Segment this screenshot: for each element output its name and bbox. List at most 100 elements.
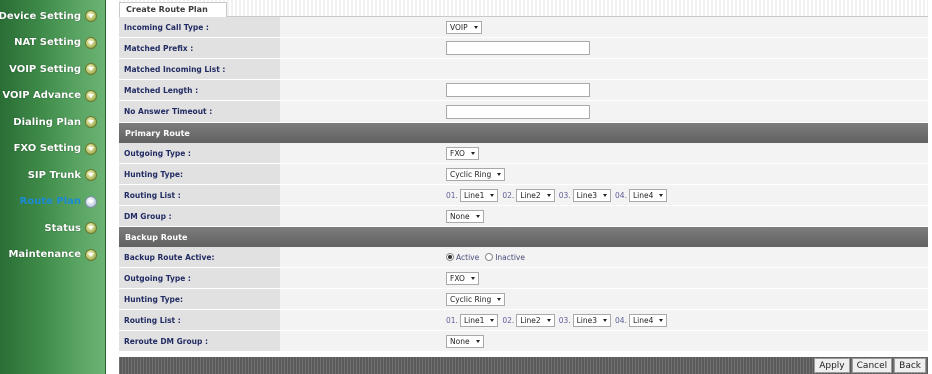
select-value: None xyxy=(450,211,470,221)
primary-route-2-select[interactable]: Line2 xyxy=(516,188,555,202)
backup-route-header: Backup Route xyxy=(119,227,928,247)
matched-length-input[interactable] xyxy=(446,83,590,97)
sidebar-item-label: SIP Trunk xyxy=(27,169,81,181)
primary-hunting-type-row: Hunting Type: Cyclic Ring xyxy=(119,164,928,185)
route-index: 03. xyxy=(558,315,571,325)
sidebar-item-status[interactable]: Status xyxy=(0,215,105,242)
backup-hunting-type-row: Hunting Type: Cyclic Ring xyxy=(119,289,928,310)
select-value: Line3 xyxy=(576,315,598,325)
field-label: Backup Route Active: xyxy=(119,247,280,267)
field-label: No Answer Timeout : xyxy=(119,101,280,122)
select-value: None xyxy=(450,336,470,346)
field-label: Routing List : xyxy=(119,185,280,205)
route-index: 01. xyxy=(446,190,458,200)
field-label: Routing List : xyxy=(119,310,280,330)
select-value: Line4 xyxy=(632,315,654,325)
dropdown-caret-icon xyxy=(546,318,551,322)
backup-route-2-select[interactable]: Line2 xyxy=(516,313,555,327)
sidebar-item-label: Dialing Plan xyxy=(13,116,81,128)
dropdown-caret-icon xyxy=(659,193,664,197)
radio-label: Inactive xyxy=(495,252,525,262)
field-label: Hunting Type: xyxy=(119,289,280,309)
backup-route-1-select[interactable]: Line1 xyxy=(459,313,499,327)
backup-route-3-select[interactable]: Line3 xyxy=(572,313,612,327)
backup-route-4-select[interactable]: Line4 xyxy=(628,313,668,327)
sidebar-item-label: Route Plan xyxy=(19,196,81,208)
expand-arrow-icon xyxy=(85,10,97,23)
expand-arrow-icon xyxy=(85,36,97,49)
reroute-dm-group-select[interactable]: None xyxy=(446,334,484,348)
route-index: 04. xyxy=(615,315,627,325)
expand-arrow-icon xyxy=(85,248,97,261)
sidebar-item-label: VOIP Advance xyxy=(2,90,81,102)
select-value: Line3 xyxy=(576,190,598,200)
matched-prefix-input[interactable] xyxy=(446,41,590,55)
primary-hunting-type-select[interactable]: Cyclic Ring xyxy=(446,167,506,181)
dropdown-caret-icon xyxy=(497,172,502,176)
backup-outgoing-type-select[interactable]: FXO xyxy=(446,271,479,285)
backup-hunting-type-select[interactable]: Cyclic Ring xyxy=(446,292,506,306)
sidebar-item-sip-trunk[interactable]: SIP Trunk xyxy=(0,162,105,189)
dropdown-caret-icon xyxy=(546,193,551,197)
sidebar-item-label: NAT Setting xyxy=(14,37,81,49)
back-button[interactable]: Back xyxy=(894,358,926,373)
field-label: Matched Prefix : xyxy=(119,38,280,58)
sidebar-item-route-plan[interactable]: Route Plan xyxy=(0,189,105,216)
no-answer-timeout-row: No Answer Timeout : xyxy=(119,101,928,123)
matched-length-row: Matched Length : xyxy=(119,80,928,101)
select-value: VOIP xyxy=(450,22,468,32)
select-value: FXO xyxy=(450,273,465,283)
tab-create-route-plan[interactable]: Create Route Plan xyxy=(119,2,227,17)
sidebar-item-label: FXO Setting xyxy=(13,143,81,155)
primary-route-3-select[interactable]: Line3 xyxy=(572,188,612,202)
sidebar-item-maintenance[interactable]: Maintenance xyxy=(0,242,105,269)
tab-bar: Create Route Plan xyxy=(119,0,928,17)
backup-outgoing-type-row: Outgoing Type : FXO xyxy=(119,268,928,289)
sidebar-item-label: Status xyxy=(44,222,81,234)
action-bar: Apply Cancel Back xyxy=(119,357,928,374)
sidebar-item-dialing-plan[interactable]: Dialing Plan xyxy=(0,109,105,136)
dropdown-caret-icon xyxy=(603,193,608,197)
expand-arrow-icon xyxy=(85,89,97,102)
sidebar-item-label: Maintenance xyxy=(8,249,81,261)
field-label: Outgoing Type : xyxy=(119,143,280,163)
select-value: Cyclic Ring xyxy=(450,169,492,179)
sidebar-menu: Device Setting NAT Setting VOIP Setting … xyxy=(0,0,106,374)
no-answer-timeout-input[interactable] xyxy=(446,104,590,119)
backup-active-radio[interactable] xyxy=(446,253,454,261)
primary-route-4-select[interactable]: Line4 xyxy=(628,188,668,202)
matched-prefix-row: Matched Prefix : xyxy=(119,38,928,59)
expand-arrow-icon xyxy=(85,142,97,155)
main-content: Create Route Plan Incoming Call Type : V… xyxy=(119,0,928,374)
dm-group-select[interactable]: None xyxy=(446,209,484,223)
field-label: DM Group : xyxy=(119,206,280,226)
field-label: Matched Incoming List : xyxy=(119,59,280,79)
dropdown-caret-icon xyxy=(475,339,480,343)
route-index: 02. xyxy=(502,315,515,325)
backup-inactive-radio[interactable] xyxy=(485,253,494,261)
field-label: Matched Length : xyxy=(119,80,280,100)
dropdown-caret-icon xyxy=(475,214,480,218)
select-value: FXO xyxy=(450,148,465,158)
select-value: Line4 xyxy=(632,190,654,200)
primary-outgoing-type-row: Outgoing Type : FXO xyxy=(119,143,928,164)
dropdown-caret-icon xyxy=(490,193,495,197)
sidebar-item-device-setting[interactable]: Device Setting xyxy=(0,3,105,30)
sidebar-item-voip-setting[interactable]: VOIP Setting xyxy=(0,56,105,83)
apply-button[interactable]: Apply xyxy=(814,358,850,373)
primary-outgoing-type-select[interactable]: FXO xyxy=(446,146,479,160)
dropdown-caret-icon xyxy=(490,318,495,322)
sidebar-item-nat-setting[interactable]: NAT Setting xyxy=(0,30,105,57)
primary-route-header: Primary Route xyxy=(119,123,928,143)
dropdown-caret-icon xyxy=(497,297,502,301)
cancel-button[interactable]: Cancel xyxy=(851,358,893,373)
sidebar-item-label: VOIP Setting xyxy=(9,63,81,75)
field-label: Hunting Type: xyxy=(119,164,280,184)
sidebar-item-label: Device Setting xyxy=(0,10,81,22)
primary-route-1-select[interactable]: Line1 xyxy=(459,188,499,202)
incoming-call-type-select[interactable]: VOIP xyxy=(446,20,482,34)
sidebar-item-fxo-setting[interactable]: FXO Setting xyxy=(0,136,105,163)
field-label: Incoming Call Type : xyxy=(119,17,280,37)
expand-arrow-icon xyxy=(85,63,97,76)
sidebar-item-voip-advance[interactable]: VOIP Advance xyxy=(0,83,105,110)
